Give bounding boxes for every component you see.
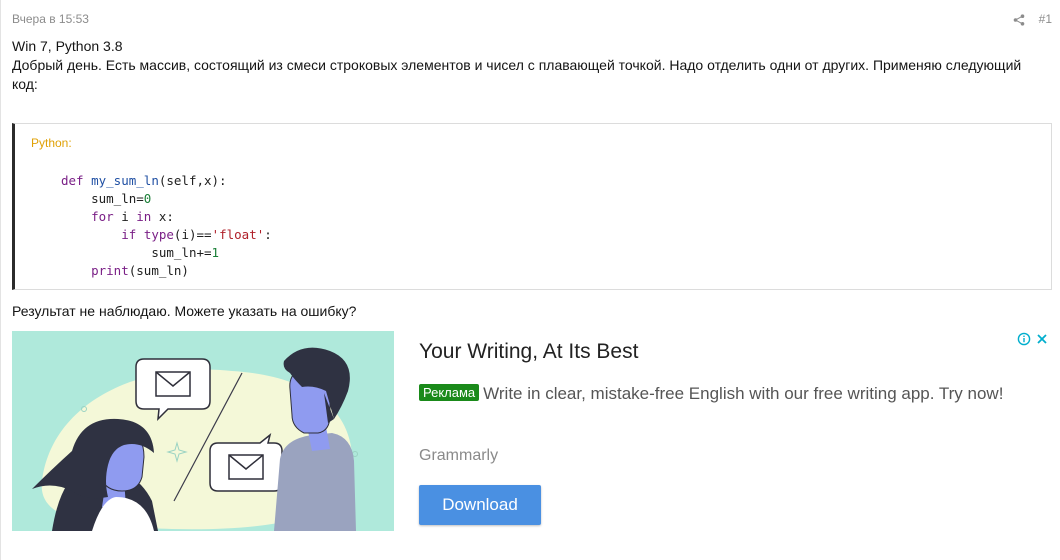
envelope-icon <box>228 454 264 480</box>
code-line: print(sum_ln) <box>61 263 189 278</box>
ad-controls <box>1017 332 1049 346</box>
download-button[interactable]: Download <box>419 485 541 525</box>
ad-badge: Реклама <box>419 384 480 401</box>
code-token: type <box>143 227 174 242</box>
ad-advertiser[interactable]: Grammarly <box>419 446 498 466</box>
share-icon[interactable] <box>1013 13 1025 26</box>
code-token: my_sum_ln <box>91 173 159 188</box>
post-result-text: Результат не наблюдаю. Можете указать на… <box>12 303 357 319</box>
code-line: sum_ln=0 <box>61 191 151 206</box>
code-line: if type(i)=='float': <box>61 227 272 242</box>
code-token: : <box>264 227 272 242</box>
close-icon[interactable] <box>1035 332 1049 346</box>
code-token: (self,x): <box>158 173 227 188</box>
post-header: Вчера в 15:53 #1 <box>12 11 1052 27</box>
ad-title[interactable]: Your Writing, At Its Best <box>419 339 638 365</box>
code-token: sum_ln= <box>91 191 144 206</box>
code-token: i <box>113 209 137 224</box>
code-token: for <box>91 209 114 224</box>
code-line: for i in x: <box>61 209 174 224</box>
post-line: Win 7, Python 3.8 <box>12 38 123 54</box>
post-body: Win 7, Python 3.8 Добрый день. Есть масс… <box>12 37 1052 94</box>
speech-bubble-right <box>209 433 283 492</box>
post-actions: #1 <box>1013 11 1052 27</box>
code-line: sum_ln+=1 <box>61 245 219 260</box>
code-token: 'float' <box>211 227 265 242</box>
info-icon[interactable] <box>1017 332 1031 346</box>
code-token: (sum_ln) <box>128 263 189 278</box>
ad-text[interactable]: Реклама Write in clear, mistake-free Engl… <box>419 383 1019 405</box>
ad-description: Write in clear, mistake-free English wit… <box>483 384 1004 403</box>
post-date[interactable]: Вчера в 15:53 <box>12 11 89 27</box>
code-token: 0 <box>143 191 152 206</box>
envelope-icon <box>155 371 191 397</box>
code-block: Python: def my_sum_ln(self,x): sum_ln=0 … <box>12 123 1052 290</box>
ad-illustration[interactable] <box>12 331 394 531</box>
post-line: Добрый день. Есть массив, состоящий из с… <box>12 57 1022 73</box>
code-line: def my_sum_ln(self,x): <box>61 173 227 188</box>
advertisement[interactable]: Your Writing, At Its Best Реклама Write i… <box>12 331 1052 531</box>
code-token: 1 <box>211 245 220 260</box>
code-language-label: Python: <box>31 136 72 150</box>
code-token: x: <box>151 209 174 224</box>
post-number[interactable]: #1 <box>1039 11 1052 27</box>
code-token: print <box>91 263 129 278</box>
code-token: if <box>121 227 137 242</box>
code-token: (i)== <box>173 227 212 242</box>
post-line: код: <box>12 76 38 92</box>
code-token: sum_ln+= <box>151 245 212 260</box>
forum-post: Вчера в 15:53 #1 Win 7, Python 3.8 Добры… <box>0 0 1060 560</box>
code-token: in <box>136 209 152 224</box>
code-token: def <box>61 173 84 188</box>
code-body[interactable]: def my_sum_ln(self,x): sum_ln=0 for i in… <box>61 172 272 280</box>
